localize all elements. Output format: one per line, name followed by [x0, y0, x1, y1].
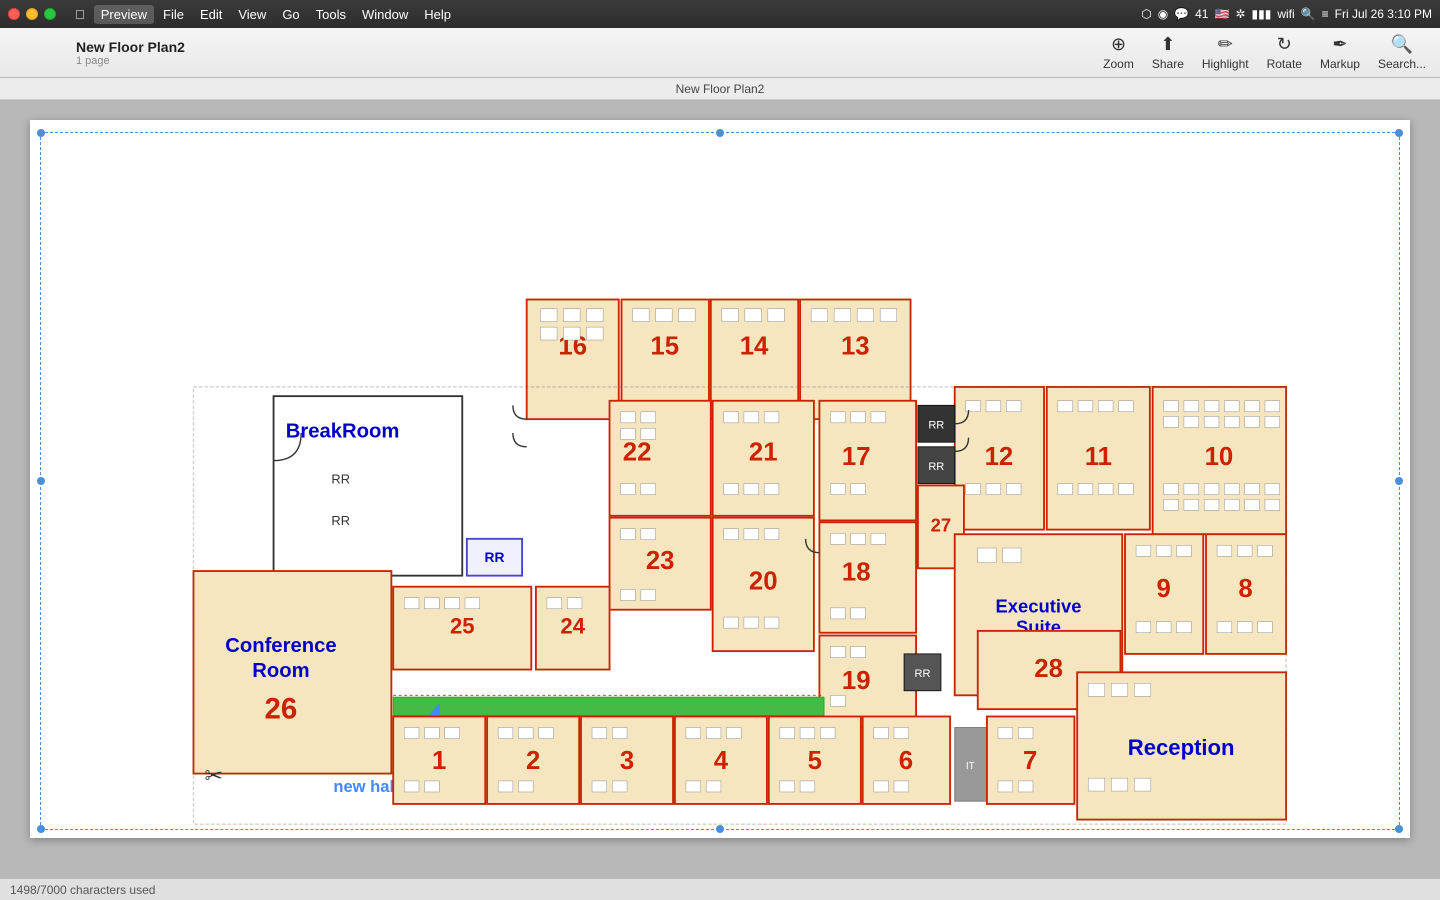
wifi-count: 41 [1195, 7, 1208, 21]
rotate-label: Rotate [1267, 57, 1302, 71]
svg-text:✂: ✂ [204, 763, 223, 788]
minimize-button[interactable] [26, 8, 38, 20]
svg-text:RR: RR [915, 668, 931, 680]
svg-text:4: 4 [714, 747, 729, 775]
svg-text:15: 15 [650, 333, 679, 361]
wechat-icon: 💬 [1174, 7, 1189, 21]
apple-menu[interactable]:  [68, 5, 92, 24]
flag-icon: 🇺🇸 [1214, 7, 1229, 21]
highlight-icon: ✏ [1218, 34, 1233, 55]
search-toolbar-icon: 🔍 [1391, 34, 1413, 55]
search-icon[interactable]: 🔍 [1301, 7, 1316, 21]
svg-text:RR: RR [331, 513, 350, 528]
edit-menu[interactable]: Edit [193, 5, 229, 24]
svg-text:27: 27 [931, 514, 951, 535]
svg-text:20: 20 [749, 567, 778, 595]
svg-text:26: 26 [265, 692, 298, 725]
share-label: Share [1152, 57, 1184, 71]
svg-text:17: 17 [842, 443, 871, 471]
svg-text:19: 19 [842, 667, 871, 695]
svg-text:IT: IT [966, 761, 975, 772]
doc-title: New Floor Plan2 [76, 39, 185, 55]
file-menu[interactable]: File [156, 5, 191, 24]
zoom-icon: ⊕ [1111, 34, 1126, 55]
svg-text:RR: RR [928, 419, 944, 431]
preview-menu[interactable]: Preview [94, 5, 154, 24]
notification-icon[interactable]: ≡ [1322, 7, 1329, 21]
floor-plan-svg: 16 15 14 [30, 120, 1410, 838]
document-page: 16 15 14 [30, 120, 1410, 838]
svg-text:23: 23 [646, 547, 675, 575]
svg-text:5: 5 [808, 747, 822, 775]
share-button[interactable]: ⬆ Share [1152, 34, 1184, 71]
svg-text:BreakRoom: BreakRoom [286, 421, 400, 443]
svg-text:Conference: Conference [225, 635, 336, 657]
svg-text:RR: RR [485, 550, 505, 565]
svg-text:14: 14 [740, 333, 769, 361]
svg-text:Room: Room [252, 660, 309, 682]
view-menu[interactable]: View [231, 5, 273, 24]
svg-text:RR: RR [928, 461, 944, 473]
svg-text:RR: RR [331, 472, 350, 487]
svg-text:8: 8 [1238, 575, 1252, 603]
svg-text:11: 11 [1085, 443, 1112, 471]
help-menu[interactable]: Help [417, 5, 458, 24]
app-window:  Preview File Edit View Go Tools Window… [0, 0, 1440, 900]
svg-text:12: 12 [985, 443, 1014, 471]
system-icons: ⬡ ◉ 💬 41 🇺🇸 ✲ ▮▮▮ wifi 🔍 ≡ Fri Jul 26 3:… [1141, 7, 1432, 21]
privacy-icon: ◉ [1158, 7, 1168, 21]
svg-text:Reception: Reception [1128, 735, 1235, 760]
rotate-button[interactable]: ↻ Rotate [1267, 34, 1302, 71]
traffic-lights [8, 8, 56, 20]
svg-text:2: 2 [526, 747, 540, 775]
floor-plan: 16 15 14 [30, 120, 1410, 838]
svg-text:21: 21 [749, 439, 778, 467]
wifi-icon: wifi [1277, 7, 1294, 21]
document-title-bar: New Floor Plan2 [0, 78, 1440, 100]
svg-text:25: 25 [450, 614, 475, 639]
bluetooth-icon: ✲ [1235, 7, 1245, 21]
markup-button[interactable]: ✒ Markup [1320, 34, 1360, 71]
markup-label: Markup [1320, 57, 1360, 71]
svg-text:7: 7 [1023, 747, 1037, 775]
markup-icon: ✒ [1332, 34, 1347, 55]
search-label: Search... [1378, 57, 1426, 71]
zoom-button[interactable]: ⊕ Zoom [1103, 34, 1134, 71]
share-icon: ⬆ [1160, 34, 1175, 55]
menu-bar:  Preview File Edit View Go Tools Window… [68, 5, 458, 24]
go-menu[interactable]: Go [275, 5, 306, 24]
battery-icon: ▮▮▮ [1252, 7, 1272, 21]
svg-text:1: 1 [432, 747, 446, 775]
svg-text:13: 13 [841, 333, 870, 361]
svg-text:Executive: Executive [996, 595, 1082, 616]
search-button[interactable]: 🔍 Search... [1378, 34, 1426, 71]
tools-menu[interactable]: Tools [309, 5, 353, 24]
content-area: 16 15 14 [0, 100, 1440, 878]
svg-text:24: 24 [560, 614, 585, 639]
svg-text:6: 6 [899, 747, 913, 775]
toolbar-actions: ⊕ Zoom ⬆ Share ✏ Highlight ↻ Rotate ✒ Ma… [1103, 34, 1426, 71]
document-filename: New Floor Plan2 [676, 82, 765, 96]
close-button[interactable] [8, 8, 20, 20]
highlight-label: Highlight [1202, 57, 1249, 71]
character-count: 1498/7000 characters used [10, 883, 155, 897]
svg-text:3: 3 [620, 747, 634, 775]
svg-text:28: 28 [1034, 655, 1063, 683]
maximize-button[interactable] [44, 8, 56, 20]
status-bar: 1498/7000 characters used [0, 878, 1440, 900]
rotate-icon: ↻ [1277, 34, 1292, 55]
svg-text:22: 22 [623, 439, 652, 467]
svg-text:10: 10 [1205, 443, 1234, 471]
dropbox-icon: ⬡ [1141, 7, 1151, 21]
highlight-button[interactable]: ✏ Highlight [1202, 34, 1249, 71]
toolbar: New Floor Plan2 1 page ⊕ Zoom ⬆ Share ✏ … [0, 28, 1440, 78]
doc-pages: 1 page [76, 55, 185, 67]
clock: Fri Jul 26 3:10 PM [1335, 7, 1432, 21]
title-bar:  Preview File Edit View Go Tools Window… [0, 0, 1440, 28]
doc-info: New Floor Plan2 1 page [76, 39, 185, 67]
window-menu[interactable]: Window [355, 5, 415, 24]
svg-text:9: 9 [1157, 575, 1171, 603]
svg-text:18: 18 [842, 558, 871, 586]
zoom-label: Zoom [1103, 57, 1134, 71]
